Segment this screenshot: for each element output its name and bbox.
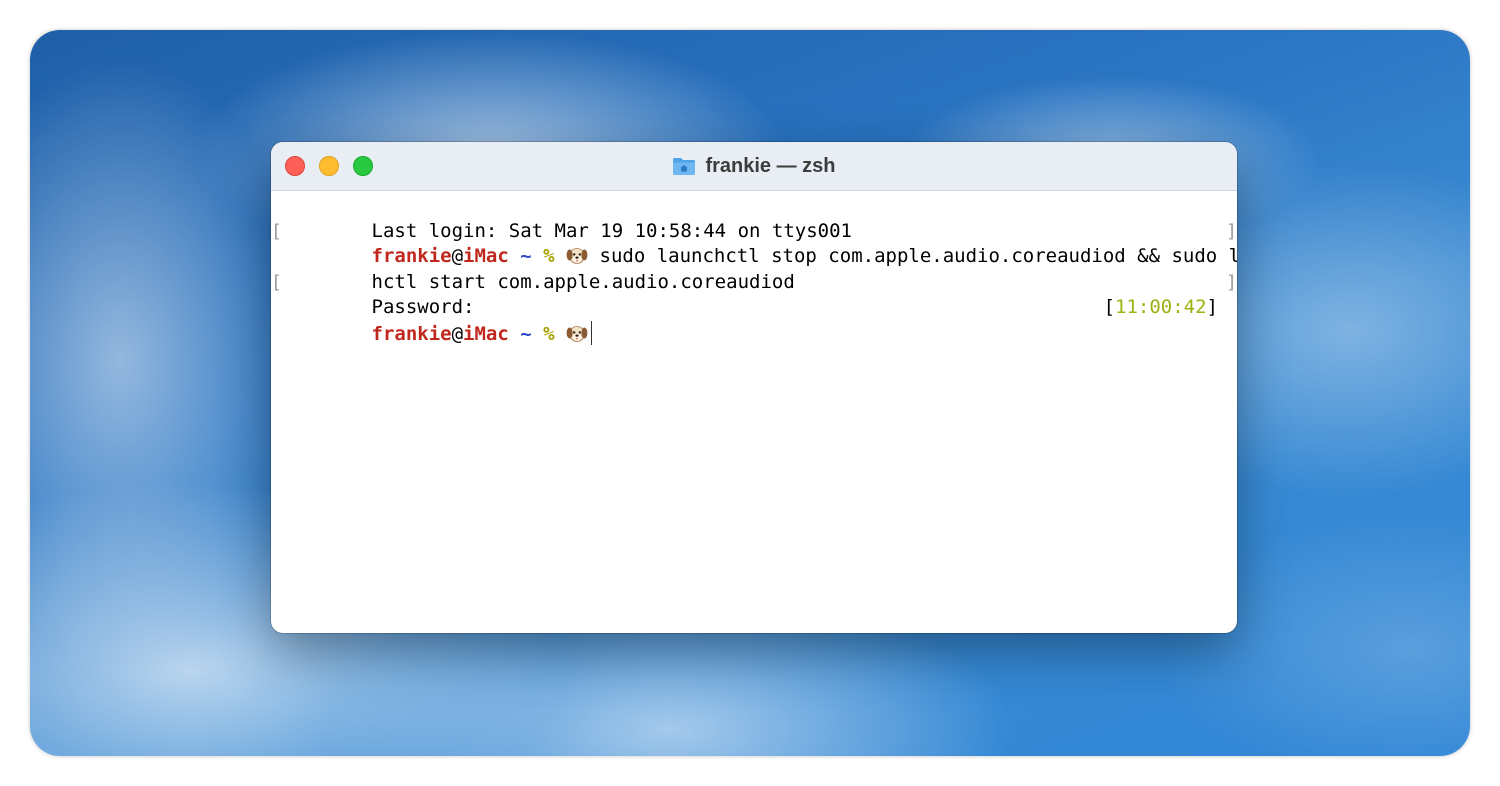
window-title: frankie — zsh — [705, 154, 836, 177]
prompt-symbol: % — [543, 322, 555, 345]
title-bar[interactable]: frankie — zsh — [271, 142, 1237, 191]
text-cursor[interactable] — [591, 320, 593, 345]
prompt-host: iMac — [463, 322, 509, 345]
line-mark-close: ] — [1226, 271, 1237, 293]
terminal-output[interactable]: Last login: Sat Mar 19 10:58:44 on ttys0… — [271, 191, 1237, 633]
rprompt-close: ] — [1206, 296, 1218, 318]
line-mark-open: [ — [271, 220, 282, 242]
prompt-user: frankie — [371, 322, 452, 345]
last-login-line: Last login: Sat Mar 19 10:58:44 on ttys0… — [280, 193, 1228, 242]
command-line: [frankie@iMac ~ % sudo launchctl stop co… — [271, 219, 1237, 268]
desktop-wallpaper: frankie — zsh Last login: Sat Mar 19 10:… — [30, 30, 1470, 756]
line-mark-open: [ — [271, 271, 282, 293]
prompt-path: ~ — [520, 322, 532, 345]
window-title-group: frankie — zsh — [271, 142, 1237, 190]
active-prompt-line[interactable]: frankie@iMac ~ % [11:00:42] — [280, 295, 1228, 345]
password-line: [Password:] — [271, 270, 1237, 319]
right-prompt-clock: [11:00:42] — [1104, 295, 1218, 321]
command-continuation-line: hctl start com.apple.audio.coreaudiod — [280, 244, 1228, 293]
rprompt-time: 11:00:42 — [1115, 296, 1207, 318]
dog-face-icon — [566, 323, 588, 343]
prompt-at: @ — [451, 322, 464, 345]
line-mark-close: ] — [1226, 220, 1237, 242]
rprompt-open: [ — [1103, 296, 1116, 318]
home-folder-icon — [673, 158, 696, 175]
terminal-window[interactable]: frankie — zsh Last login: Sat Mar 19 10:… — [271, 142, 1237, 633]
